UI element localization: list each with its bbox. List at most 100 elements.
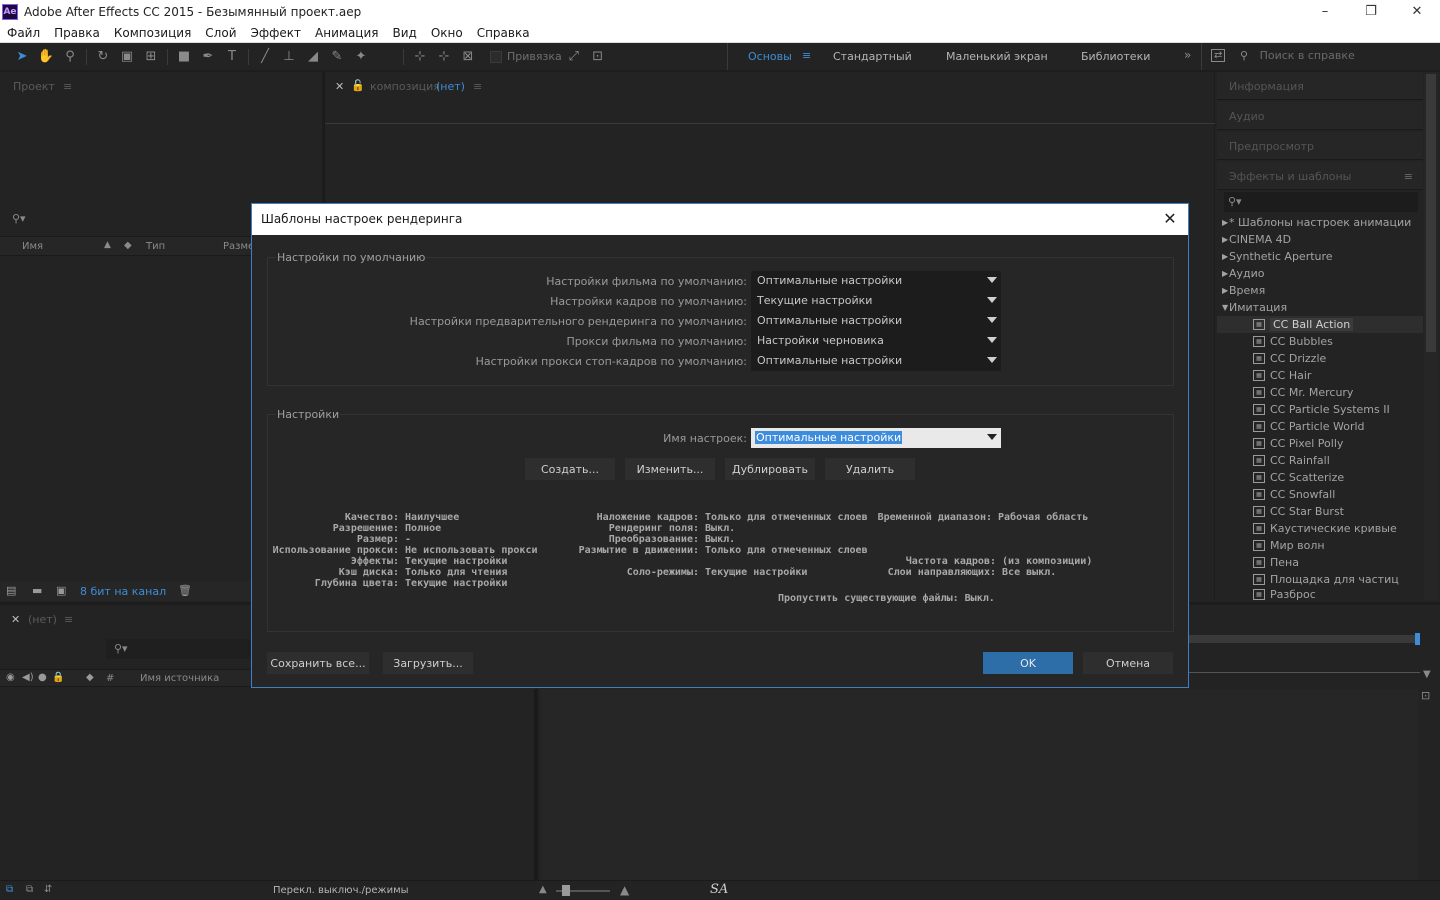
restore-button[interactable]: ❐ [1348,0,1394,23]
rotate-tool-icon[interactable]: ↻ [91,46,115,68]
effect-item[interactable]: ▦ Площадка для частиц [1217,571,1423,588]
menu-help[interactable]: Справка [470,26,537,40]
lock-icon[interactable]: 🔓 [351,79,365,92]
close-panel-icon[interactable]: ✕ [11,613,20,626]
save-all-button[interactable]: Сохранить все... [267,652,369,674]
effect-item[interactable]: ▦ CC Particle World [1217,418,1423,435]
type-tool-icon[interactable]: T [220,46,244,68]
tree-category-presets[interactable]: ▶ * Шаблоны настроек анимации [1217,214,1423,231]
eraser-tool-icon[interactable]: ◢ [301,46,325,68]
timeline-graph-area[interactable] [541,689,1418,884]
column-name[interactable]: Имя [22,241,43,252]
workspace-libraries[interactable]: Библиотеки [1081,50,1150,63]
default-movie-proxy-dropdown[interactable]: Настройки черновика [751,331,1001,351]
effect-item[interactable]: ▦ Пена [1217,554,1423,571]
lock-icon[interactable]: 🔒 [52,672,64,683]
selection-tool-icon[interactable]: ➤ [10,46,34,68]
ok-button[interactable]: OK [983,652,1073,674]
effect-item[interactable]: ▦ CC Particle Systems II [1217,401,1423,418]
work-area-end-handle[interactable] [1415,633,1420,645]
effect-item[interactable]: ▦ Мир волн [1217,537,1423,554]
duplicate-button[interactable]: Дублировать [725,458,815,480]
menu-effect[interactable]: Эффект [244,26,309,40]
effect-item[interactable]: ▦ CC Drizzle [1217,350,1423,367]
snap-feature-icon[interactable]: ⊡ [586,46,610,68]
effect-item[interactable]: ▦ CC Rainfall [1217,452,1423,469]
pan-behind-tool-icon[interactable]: ⊞ [139,46,163,68]
zoom-out-mountain-icon[interactable]: ▲ [539,884,547,895]
in-out-icon[interactable]: ⇵ [44,884,52,895]
zoom-slider-thumb[interactable] [562,885,570,896]
help-search[interactable]: ⚲ Поиск в справке [1240,49,1430,65]
view-axis-icon[interactable]: ⊠ [456,46,480,68]
roto-brush-tool-icon[interactable]: ✎ [325,46,349,68]
effect-item[interactable]: ▦ CC Snowfall [1217,486,1423,503]
comp-name[interactable]: (нет) [436,80,465,93]
new-folder-icon[interactable]: ▬ [32,584,42,597]
solo-icon[interactable]: ● [38,672,47,683]
menu-window[interactable]: Окно [424,26,470,40]
menu-layer[interactable]: Слой [198,26,243,40]
timeline-search[interactable]: ⚲▾ [106,639,251,659]
audio-panel-header[interactable]: Аудио [1217,102,1423,130]
column-source-name[interactable]: Имя источника [140,673,219,684]
scrollbar-thumb[interactable] [1426,74,1436,352]
audio-speaker-icon[interactable]: ◀) [22,672,34,683]
workspace-essentials[interactable]: Основы [748,50,792,63]
minimize-button[interactable]: – [1302,0,1348,23]
close-panel-icon[interactable]: ✕ [335,80,344,93]
default-still-proxy-dropdown[interactable]: Оптимальные настройки [751,351,1001,371]
zoom-in-mountain-icon[interactable]: ▲ [620,883,629,897]
info-panel-header[interactable]: Информация [1217,72,1423,100]
effect-item[interactable]: ▦ CC Ball Action [1217,316,1423,333]
settings-name-dropdown[interactable]: Оптимальные настройки [751,428,1001,448]
workspace-menu-icon[interactable]: ≡ [802,49,811,62]
snap-checkbox[interactable] [490,50,502,63]
bit-depth-button[interactable]: 8 бит на канал [80,585,166,598]
zoom-slider[interactable] [556,885,610,896]
camera-tool-icon[interactable]: ▣ [115,46,139,68]
default-prerender-dropdown[interactable]: Оптимальные настройки [751,311,1001,331]
zoom-in-icon[interactable]: ▼ [1423,669,1431,680]
puppet-pin-tool-icon[interactable]: ✦ [349,46,373,68]
workspace-overflow-icon[interactable]: » [1184,48,1191,62]
menu-file[interactable]: Файл [0,26,47,40]
tree-category-cinema4d[interactable]: ▶ CINEMA 4D [1217,231,1423,248]
comp-button-icon[interactable]: ⊡ [1421,689,1430,702]
zoom-tool-icon[interactable]: ⚲ [58,46,82,68]
effect-item[interactable]: ▦ Каустические кривые [1217,520,1423,537]
sync-settings-icon[interactable]: ⇄ [1211,49,1226,62]
menu-view[interactable]: Вид [385,26,423,40]
effect-item[interactable]: ▦ CC Mr. Mercury [1217,384,1423,401]
tree-category-simulation[interactable]: ▼ Имитация [1217,299,1423,316]
brush-tool-icon[interactable]: ╱ [253,46,277,68]
hand-tool-icon[interactable]: ✋ [34,46,58,68]
effect-item[interactable]: ▦ CC Bubbles [1217,333,1423,350]
close-window-button[interactable]: ✕ [1394,0,1440,23]
workspace-small-screen[interactable]: Маленький экран [946,50,1048,63]
menu-composition[interactable]: Композиция [107,26,198,40]
load-button[interactable]: Загрузить... [383,652,473,674]
effect-item[interactable]: ▦ CC Hair [1217,367,1423,384]
tree-category-synthetic-aperture[interactable]: ▶ Synthetic Aperture [1217,248,1423,265]
visibility-eye-icon[interactable]: ◉ [6,672,15,683]
pen-tool-icon[interactable]: ✒ [196,46,220,68]
layer-switches-icon[interactable]: ⧉ [6,884,13,895]
panel-menu-icon[interactable]: ≡ [1404,170,1413,183]
tree-category-time[interactable]: ▶ Время [1217,282,1423,299]
panel-menu-icon[interactable]: ≡ [63,80,72,93]
effects-panel-header[interactable]: Эффекты и шаблоны ≡ [1217,162,1423,190]
effects-scrollbar[interactable] [1424,72,1438,600]
rectangle-tool-icon[interactable]: ■ [172,46,196,68]
world-axis-icon[interactable]: ⊹ [432,46,456,68]
work-area-bar[interactable] [1188,633,1420,645]
toggle-switches-modes[interactable]: Перекл. выключ./режимы [273,885,409,896]
panel-menu-icon[interactable]: ≡ [473,80,482,93]
timeline-divider[interactable] [534,689,538,884]
snap-options-icon[interactable]: ⤢ [562,46,586,68]
column-type[interactable]: Тип [146,241,165,252]
preview-panel-header[interactable]: Предпросмотр [1217,132,1423,160]
default-movie-dropdown[interactable]: Оптимальные настройки [751,271,1001,291]
panel-menu-icon[interactable]: ≡ [64,613,73,626]
dialog-close-button[interactable]: ✕ [1160,209,1180,229]
